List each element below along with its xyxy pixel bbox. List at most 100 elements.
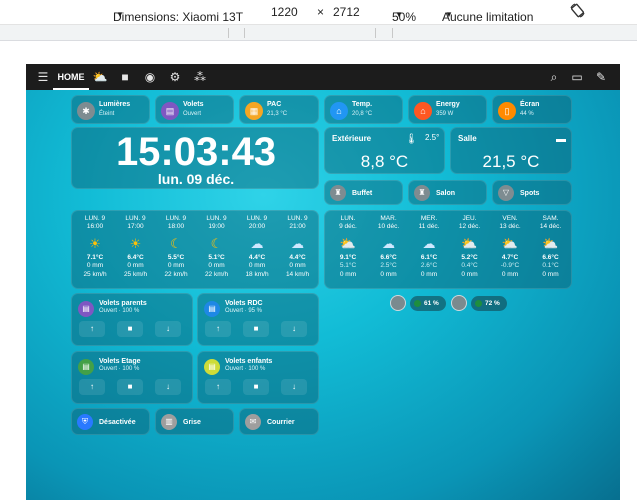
arrow-down-icon: ↓ xyxy=(292,382,296,391)
forecast-rain: 0 mm xyxy=(461,270,478,278)
forecast-date: 12 déc. xyxy=(458,223,481,231)
daily-forecast-column: MER. 11 déc. ☁ 6.1°C 2.6°C 0 mm xyxy=(409,215,449,279)
mail-chip[interactable]: ✉ Courrier xyxy=(239,408,319,435)
cover-card-etage[interactable]: ▤ Volets Etage Ouvert · 100 % ↑ ■ ↓ xyxy=(71,351,193,404)
arrow-down-icon: ↓ xyxy=(292,324,296,333)
thermo-temp: 21,5 °C xyxy=(482,152,540,171)
partly-sunny-icon: ⛅ xyxy=(461,235,478,251)
close-cover-button[interactable]: ↓ xyxy=(155,379,181,395)
bin-chip[interactable]: ▥ Grise xyxy=(155,408,234,435)
open-cover-button[interactable]: ↑ xyxy=(79,321,105,337)
menu-icon[interactable]: ☰ xyxy=(35,69,51,85)
hourly-forecast-column: LUN. 9 18:00 ☾ 5.5°C 0 mm 22 km/h xyxy=(156,215,196,279)
cover-card-enfants[interactable]: ▤ Volets enfants Ouvert · 100 % ↑ ■ ↓ xyxy=(197,351,319,404)
light-button-spots[interactable]: ▽ Spots xyxy=(492,180,572,205)
open-cover-button[interactable]: ↑ xyxy=(79,379,105,395)
forecast-day: SAM. xyxy=(542,215,559,222)
thermo-card-salle[interactable]: Salle ▬ 21,5 °C xyxy=(450,127,572,174)
thermo-name: Salle xyxy=(458,134,477,143)
hourly-forecast-column: LUN. 9 19:00 ☾ 5.1°C 0 mm 22 km/h xyxy=(197,215,237,279)
person-avatar-icon[interactable] xyxy=(451,295,467,311)
hourly-forecast-column: LUN. 9 17:00 ☀ 6.4°C 0 mm 25 km/h xyxy=(116,215,156,279)
settings-icon[interactable]: ⚙ xyxy=(167,69,183,85)
forecast-date: 9 déc. xyxy=(339,223,357,231)
tab-home[interactable]: HOME xyxy=(53,64,89,90)
forecast-day: LUN. 9 xyxy=(84,215,106,222)
stop-cover-button[interactable]: ■ xyxy=(243,379,269,395)
alarm-chip[interactable]: ⛨ Désactivée xyxy=(71,408,150,435)
cover-card-parents[interactable]: ▤ Volets parents Ouvert · 100 % ↑ ■ ↓ xyxy=(71,293,193,346)
cover-name: Volets parents xyxy=(99,300,147,307)
forecast-date: 10 déc. xyxy=(377,223,400,231)
forecast-time: 16:00 xyxy=(86,223,104,231)
light-button-buffet[interactable]: ♜ Buffet xyxy=(324,180,403,205)
person-badge-1[interactable]: 61 % xyxy=(410,296,446,311)
shield-icon: ⛨ xyxy=(77,414,93,430)
light-button-salon[interactable]: ♜ Salon xyxy=(408,180,487,205)
daily-forecast-column: JEU. 12 déc. ⛅ 5.2°C 0.4°C 0 mm xyxy=(450,215,490,279)
hourly-forecast-column: LUN. 9 16:00 ☀ 7.1°C 0 mm 25 km/h xyxy=(75,215,115,279)
devtools-toolbar: Dimensions: Xiaomi 13T ▼ 1220 × 2712 50% ▼… xyxy=(0,0,637,24)
cover-state: Ouvert · 100 % xyxy=(225,366,266,372)
thermo-card-exterieure[interactable]: Extérieure 🌡︎ 2.5° 8,8 °C xyxy=(324,127,445,174)
partly-cloudy-night-icon: ☁ xyxy=(291,235,304,251)
devices-icon[interactable]: ⁂ xyxy=(192,69,208,85)
stop-icon: ■ xyxy=(127,324,133,333)
house-thermometer-icon: ⌂ xyxy=(330,102,348,120)
open-cover-button[interactable]: ↑ xyxy=(205,379,231,395)
forecast-rain: 0 mm xyxy=(542,270,559,278)
chip-energy[interactable]: ⌂ Energy 359 W xyxy=(408,95,487,124)
chip-lumieres[interactable]: ✱ Lumières Éteint xyxy=(71,95,150,124)
open-cover-button[interactable]: ↑ xyxy=(205,321,231,337)
forecast-day: MAR. xyxy=(380,215,397,222)
width-input[interactable]: 1220 xyxy=(271,5,298,19)
status-dot xyxy=(414,300,421,307)
spotlight-icon: ▽ xyxy=(498,185,514,201)
light-label: Buffet xyxy=(352,190,373,197)
person-value: 61 % xyxy=(424,300,439,307)
forecast-wind: 22 km/h xyxy=(204,270,229,278)
lightbulb-icon: ✱ xyxy=(77,102,95,120)
cover-state: Ouvert · 95 % xyxy=(225,308,263,314)
close-cover-button[interactable]: ↓ xyxy=(281,379,307,395)
heat-pump-icon: ▦ xyxy=(245,102,263,120)
chip-volets[interactable]: ▤ Volets Ouvert xyxy=(155,95,234,124)
arrow-up-icon: ↑ xyxy=(216,382,220,391)
chip-ecran[interactable]: ▯ Écran 44 % xyxy=(492,95,572,124)
chip-state: Ouvert xyxy=(183,111,202,117)
weather-icon[interactable]: ⛅ xyxy=(92,69,108,85)
search-icon[interactable]: ⌕ xyxy=(546,69,562,85)
close-cover-button[interactable]: ↓ xyxy=(281,321,307,337)
arrow-down-icon: ↓ xyxy=(166,324,170,333)
chip-state: 21,3 °C xyxy=(267,111,288,117)
forecast-low: -0.9°C xyxy=(500,262,520,270)
height-input[interactable]: 2712 xyxy=(333,5,360,19)
robot-icon[interactable]: ◉ xyxy=(142,69,158,85)
forecast-temp: 5.5°C xyxy=(167,253,185,261)
forecast-day: VEN. xyxy=(502,215,518,222)
moon-icon: ☾ xyxy=(170,235,182,251)
edit-icon[interactable]: ✎ xyxy=(593,69,609,85)
cover-name: Volets enfants xyxy=(225,358,273,365)
chat-icon[interactable]: ▭ xyxy=(569,69,585,85)
forecast-temp: 4.4°C xyxy=(248,253,266,261)
stop-cover-button[interactable]: ■ xyxy=(243,321,269,337)
camera-icon[interactable]: ■ xyxy=(117,69,133,85)
chip-temp[interactable]: ⌂ Temp. 20,8 °C xyxy=(324,95,403,124)
person-badge-2[interactable]: 72 % xyxy=(471,296,507,311)
rotate-icon[interactable] xyxy=(569,2,586,22)
person-avatar-icon[interactable] xyxy=(390,295,406,311)
forecast-wind: 25 km/h xyxy=(83,270,107,278)
stop-cover-button[interactable]: ■ xyxy=(117,379,143,395)
forecast-day: LUN. xyxy=(340,215,356,222)
chip-pac[interactable]: ▦ PAC 21,3 °C xyxy=(239,95,319,124)
forecast-time: 21:00 xyxy=(289,223,306,231)
forecast-rain: 0 mm xyxy=(501,270,519,278)
forecast-wind: 25 km/h xyxy=(123,270,148,278)
clock-card: 15:03:43 lun. 09 déc. xyxy=(71,127,319,189)
stop-cover-button[interactable]: ■ xyxy=(117,321,143,337)
chip-state: 359 W xyxy=(436,111,454,117)
close-cover-button[interactable]: ↓ xyxy=(155,321,181,337)
cover-card-rdc[interactable]: ▤ Volets RDC Ouvert · 95 % ↑ ■ ↓ xyxy=(197,293,319,346)
cover-state: Ouvert · 100 % xyxy=(99,308,140,314)
